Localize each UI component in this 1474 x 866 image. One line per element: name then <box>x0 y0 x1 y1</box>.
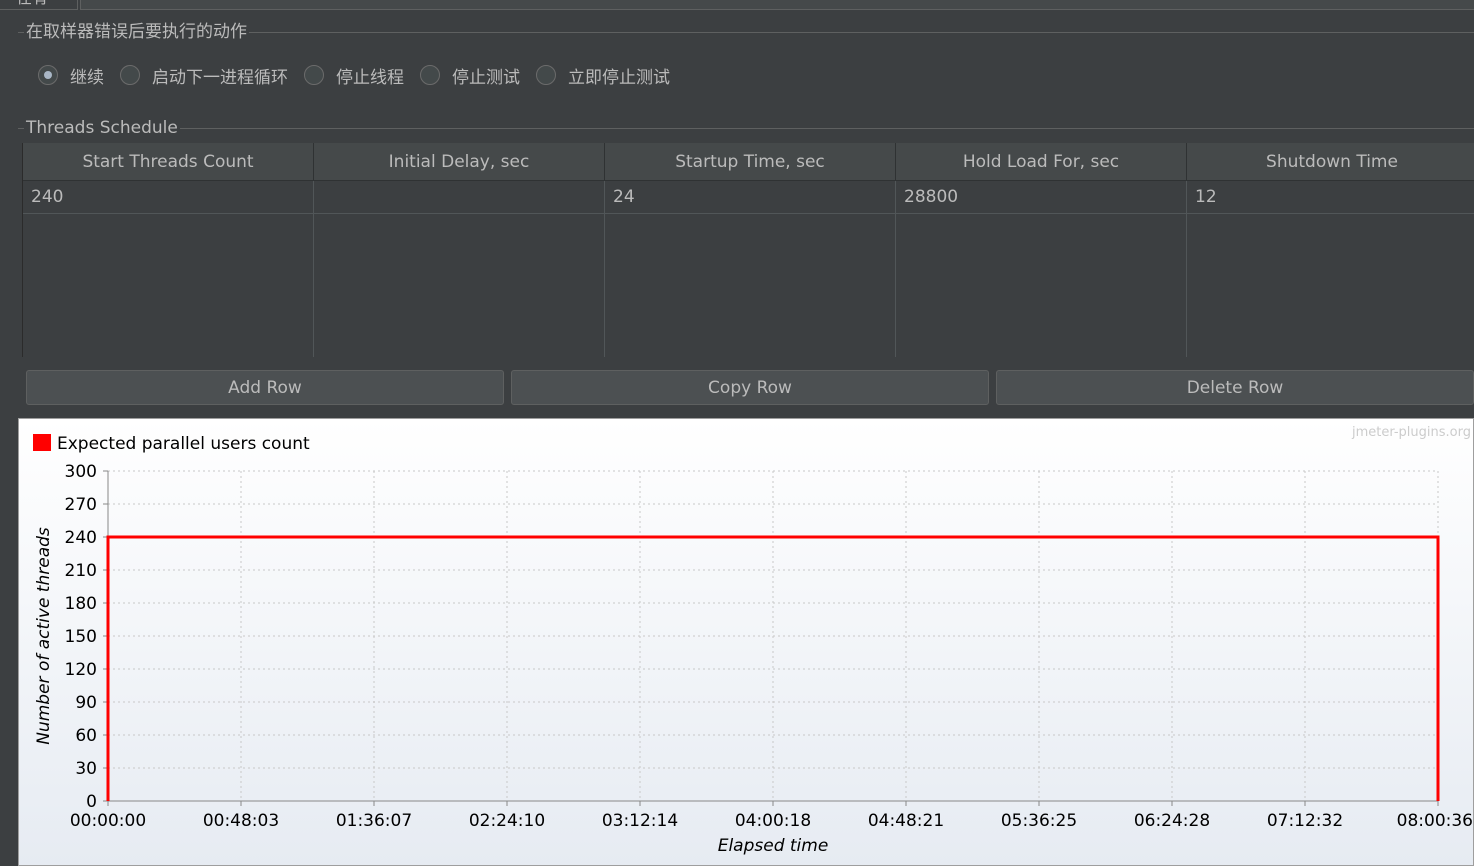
y-axis-label: Number of active threads <box>34 527 54 745</box>
table-row[interactable]: 240 24 28800 12 <box>23 181 1474 214</box>
threads-schedule-table: Start Threads Count Initial Delay, sec S… <box>22 143 1474 357</box>
threads-schedule-title: Threads Schedule <box>24 118 180 138</box>
y-tick-label: 30 <box>75 759 97 779</box>
table-column <box>23 214 314 357</box>
column-header[interactable]: Startup Time, sec <box>605 143 896 181</box>
radio-button[interactable] <box>536 65 556 85</box>
table-cell[interactable]: 12 <box>1187 181 1474 214</box>
radio-button[interactable] <box>304 65 324 85</box>
radio-label: 启动下一进程循环 <box>152 67 288 88</box>
x-tick-label: 00:00:00 <box>70 811 146 831</box>
legend-label: Expected parallel users count <box>57 434 310 454</box>
x-tick-label: 01:36:07 <box>336 811 412 831</box>
legend-swatch <box>33 434 51 451</box>
x-tick-label: 02:24:10 <box>469 811 545 831</box>
radio-stop-test-now[interactable]: 立即停止测试 <box>536 63 670 88</box>
chart-svg: jmeter-plugins.org Expected parallel use… <box>19 419 1473 865</box>
watermark-text: jmeter-plugins.org <box>1351 425 1471 440</box>
radio-label: 停止线程 <box>336 67 404 88</box>
y-tick-label: 60 <box>75 726 97 746</box>
y-tick-label: 120 <box>65 660 97 680</box>
y-tick-label: 270 <box>65 495 97 515</box>
table-column <box>1187 214 1474 357</box>
error-action-title: 在取样器错误后要执行的动作 <box>24 22 249 42</box>
delete-row-button[interactable]: Delete Row <box>996 370 1474 405</box>
table-cell[interactable]: 240 <box>23 181 314 214</box>
radio-button[interactable] <box>120 65 140 85</box>
chart-background <box>19 419 1473 865</box>
x-tick-label: 05:36:25 <box>1001 811 1077 831</box>
column-header[interactable]: Hold Load For, sec <box>896 143 1187 181</box>
radio-label: 停止测试 <box>452 67 520 88</box>
copy-row-button[interactable]: Copy Row <box>511 370 989 405</box>
top-tab[interactable]: 在有 <box>0 0 78 10</box>
x-tick-label: 03:12:14 <box>602 811 678 831</box>
x-tick-label: 04:00:18 <box>735 811 811 831</box>
table-column <box>896 214 1187 357</box>
top-strip: 在有 <box>0 0 1474 12</box>
error-action-options: 继续 启动下一进程循环 停止线程 停止测试 立即停止测试 <box>38 62 686 88</box>
column-header[interactable]: Start Threads Count <box>23 143 314 181</box>
table-empty-area[interactable] <box>23 214 1474 357</box>
y-tick-label: 0 <box>86 792 97 812</box>
radio-label: 继续 <box>70 67 104 88</box>
threads-chart: jmeter-plugins.org Expected parallel use… <box>18 418 1474 866</box>
group-border <box>18 128 1474 129</box>
column-header[interactable]: Shutdown Time <box>1187 143 1474 181</box>
table-cell[interactable]: 28800 <box>896 181 1187 214</box>
table-header: Start Threads Count Initial Delay, sec S… <box>23 143 1474 181</box>
radio-button[interactable] <box>420 65 440 85</box>
radio-continue[interactable]: 继续 <box>38 63 104 88</box>
table-column <box>314 214 605 357</box>
radio-selected-dot <box>44 71 52 79</box>
radio-stop-thread[interactable]: 停止线程 <box>304 63 404 88</box>
x-tick-label: 08:00:36 <box>1397 811 1473 831</box>
table-cell[interactable] <box>314 181 605 214</box>
x-tick-label: 07:12:32 <box>1267 811 1343 831</box>
table-column <box>605 214 896 357</box>
x-tick-label: 00:48:03 <box>203 811 279 831</box>
x-tick-label: 04:48:21 <box>868 811 944 831</box>
table-cell[interactable]: 24 <box>605 181 896 214</box>
top-field[interactable] <box>80 0 1474 10</box>
radio-stop-test[interactable]: 停止测试 <box>420 63 520 88</box>
y-tick-label: 300 <box>65 462 97 482</box>
y-tick-label: 210 <box>65 561 97 581</box>
y-tick-label: 150 <box>65 627 97 647</box>
x-axis-label: Elapsed time <box>718 836 829 856</box>
add-row-button[interactable]: Add Row <box>26 370 504 405</box>
y-tick-label: 240 <box>65 528 97 548</box>
y-tick-label: 90 <box>75 693 97 713</box>
column-header[interactable]: Initial Delay, sec <box>314 143 605 181</box>
radio-button[interactable] <box>38 65 58 85</box>
radio-start-next-loop[interactable]: 启动下一进程循环 <box>120 63 288 88</box>
y-tick-label: 180 <box>65 594 97 614</box>
x-tick-label: 06:24:28 <box>1134 811 1210 831</box>
radio-label: 立即停止测试 <box>568 67 670 88</box>
